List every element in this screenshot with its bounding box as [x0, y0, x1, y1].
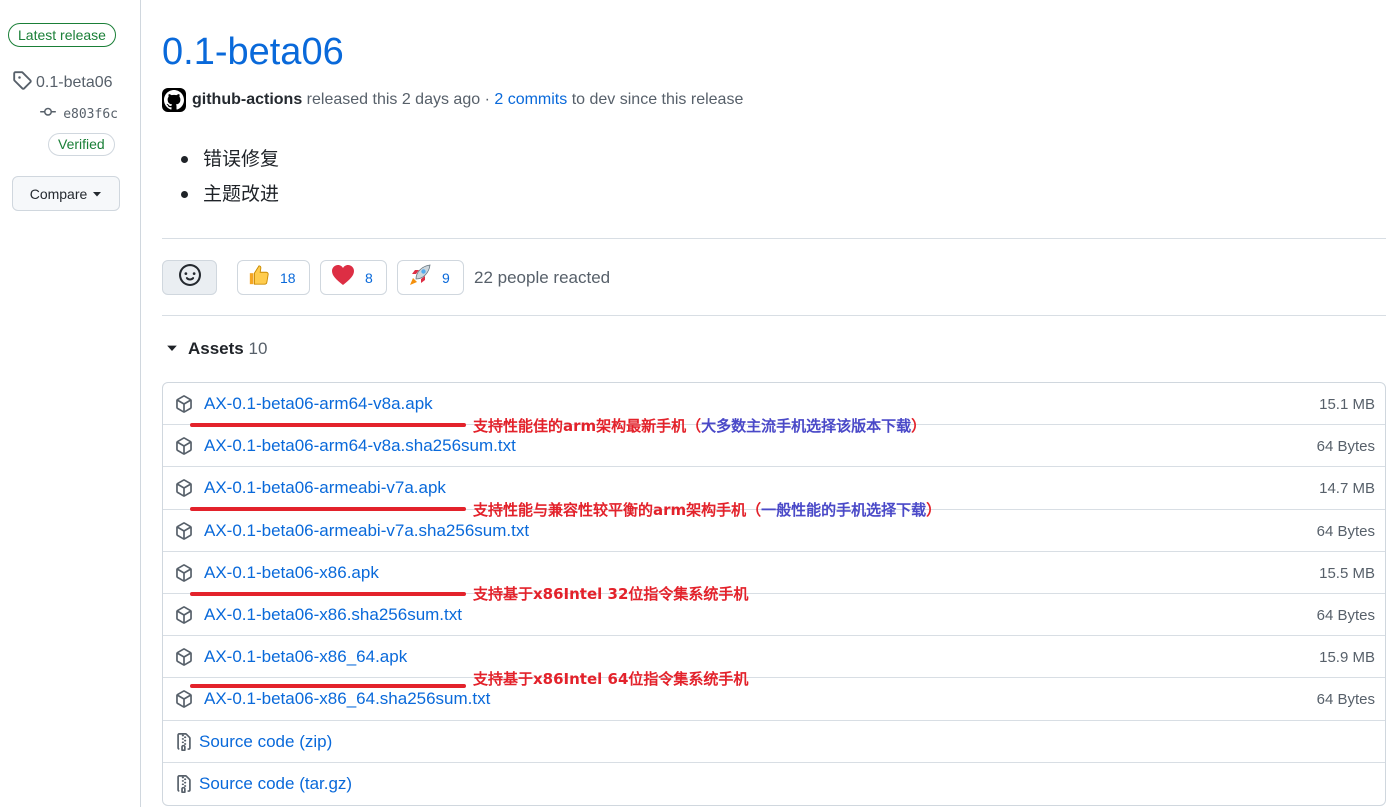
- asset-row: AX-0.1-beta06-x86.sha256sum.txt 64 Bytes: [163, 594, 1385, 637]
- released-text: released this 2 days ago ·: [306, 91, 490, 108]
- package-icon: [175, 479, 193, 498]
- asset-size: 15.1 MB: [1319, 396, 1375, 413]
- author-name[interactable]: github-actions: [192, 91, 302, 109]
- latest-release-badge: Latest release: [8, 23, 116, 47]
- source-code-zip-link[interactable]: Source code (zip): [199, 732, 332, 752]
- reactions-summary: 22 people reacted: [474, 268, 611, 287]
- reaction-count: 8: [365, 269, 373, 286]
- tag-link[interactable]: 0.1-beta06: [12, 70, 113, 95]
- reaction-thumbs-up[interactable]: 18: [237, 260, 310, 295]
- commit-link[interactable]: e803f6c: [39, 104, 118, 124]
- annotation-text: 支持基于x86Intel 64位指令集系统手机: [473, 670, 749, 688]
- asset-row: AX-0.1-beta06-x86_64.apk 15.9 MB: [163, 636, 1385, 679]
- annotation-underline: [190, 423, 466, 427]
- reaction-count: 18: [280, 269, 296, 286]
- compare-label: Compare: [29, 185, 88, 202]
- triangle-down-icon: [92, 186, 102, 202]
- add-reaction-button[interactable]: [162, 260, 217, 295]
- divider: [162, 238, 1386, 239]
- package-icon: [175, 437, 193, 456]
- asset-size: 14.7 MB: [1319, 480, 1375, 498]
- source-row: Source code (zip): [163, 721, 1385, 763]
- asset-size: 64 Bytes: [1316, 438, 1375, 456]
- asset-row: AX-0.1-beta06-x86.apk 15.5 MB: [163, 552, 1385, 594]
- reaction-count: 9: [442, 269, 450, 286]
- asset-link[interactable]: AX-0.1-beta06-armeabi-v7a.apk: [204, 478, 446, 498]
- note-item: 主题改进: [180, 180, 279, 215]
- github-actions-avatar[interactable]: [162, 88, 186, 112]
- package-icon: [175, 606, 193, 624]
- asset-link[interactable]: AX-0.1-beta06-armeabi-v7a.sha256sum.txt: [204, 521, 529, 541]
- reaction-heart[interactable]: 8: [320, 260, 387, 295]
- package-icon: [175, 648, 193, 666]
- commits-link[interactable]: 2 commits: [494, 91, 567, 109]
- package-icon: [175, 690, 193, 709]
- note-item: 错误修复: [180, 145, 279, 180]
- thumbs-up-icon: [248, 264, 270, 291]
- heart-icon: [331, 264, 355, 291]
- reaction-rocket[interactable]: 9: [397, 260, 464, 295]
- git-commit-icon: [39, 104, 57, 124]
- asset-link[interactable]: AX-0.1-beta06-x86_64.apk: [204, 647, 407, 667]
- triangle-down-icon: [166, 339, 178, 359]
- compare-button[interactable]: Compare: [12, 176, 120, 211]
- rocket-icon: [408, 263, 432, 292]
- asset-link[interactable]: AX-0.1-beta06-arm64-v8a.apk: [204, 394, 433, 414]
- file-zip-icon: [175, 732, 193, 752]
- asset-link[interactable]: AX-0.1-beta06-x86_64.sha256sum.txt: [204, 689, 490, 709]
- assets-toggle[interactable]: Assets 10: [166, 339, 267, 359]
- tag-icon: [12, 70, 32, 95]
- annotation-text: 支持性能与兼容性较平衡的arm架构手机（一般性能的手机选择下载）: [473, 501, 942, 519]
- asset-size: 64 Bytes: [1316, 522, 1375, 540]
- asset-size: 15.9 MB: [1319, 649, 1375, 667]
- assets-label: Assets: [188, 339, 244, 358]
- release-title[interactable]: 0.1-beta06: [162, 28, 344, 76]
- annotation-text: 支持基于x86Intel 32位指令集系统手机: [473, 585, 749, 603]
- release-meta: github-actions released this 2 days ago …: [162, 87, 743, 113]
- source-row: Source code (tar.gz): [163, 763, 1385, 805]
- release-notes: 错误修复 主题改进: [180, 145, 279, 215]
- asset-link[interactable]: AX-0.1-beta06-arm64-v8a.sha256sum.txt: [204, 436, 516, 456]
- file-zip-icon: [175, 774, 193, 794]
- asset-size: 64 Bytes: [1316, 691, 1375, 709]
- annotation-text: 支持性能佳的arm架构最新手机（大多数主流手机选择该版本下载）: [473, 417, 927, 435]
- commits-suffix: to dev since this release: [571, 91, 744, 108]
- divider: [162, 315, 1386, 316]
- package-icon: [175, 521, 193, 540]
- tag-name: 0.1-beta06: [36, 73, 113, 91]
- assets-count: 10: [248, 339, 268, 358]
- annotation-underline: [190, 684, 466, 688]
- annotation-underline: [190, 507, 466, 511]
- asset-size: 15.5 MB: [1319, 564, 1375, 582]
- release-sidebar: Latest release 0.1-beta06 e803f6c Verifi…: [0, 0, 141, 807]
- asset-size: 64 Bytes: [1316, 606, 1375, 624]
- asset-link[interactable]: AX-0.1-beta06-x86.apk: [204, 563, 379, 583]
- annotation-underline: [190, 592, 466, 596]
- package-icon: [175, 563, 193, 582]
- commit-sha: e803f6c: [63, 106, 118, 122]
- verified-badge[interactable]: Verified: [48, 133, 115, 156]
- source-code-targz-link[interactable]: Source code (tar.gz): [199, 774, 352, 794]
- asset-link[interactable]: AX-0.1-beta06-x86.sha256sum.txt: [204, 605, 462, 625]
- smiley-icon: [178, 264, 201, 291]
- package-icon: [175, 395, 193, 413]
